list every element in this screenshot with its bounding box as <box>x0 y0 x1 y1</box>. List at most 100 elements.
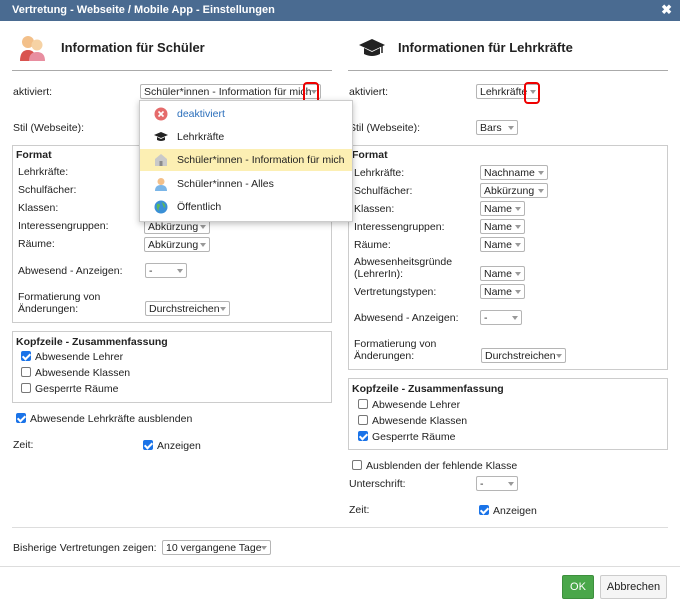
graduation-cap-icon <box>359 36 385 60</box>
teachers-section-title: Informationen für Lehrkräfte <box>398 40 573 55</box>
checkbox-label: Abwesende Lehrer <box>372 399 461 411</box>
left-absent-select[interactable]: - <box>145 263 187 278</box>
school-house-icon <box>154 153 168 167</box>
select-value: Abkürzung <box>484 185 535 197</box>
dropdown-item-students-info[interactable]: Schüler*innen - Information für mich <box>140 149 352 171</box>
divider <box>12 527 668 528</box>
close-icon[interactable]: ✖ <box>661 2 672 18</box>
right-absent-select[interactable]: - <box>480 310 522 325</box>
select-value: Durchstreichen <box>485 350 556 362</box>
dropdown-item-public[interactable]: Öffentlich <box>140 196 352 218</box>
hide-missing-class-checkbox[interactable] <box>352 460 362 470</box>
left-format-label: Interessengruppen: <box>18 220 109 232</box>
right-teachers-select[interactable]: Nachname <box>480 165 548 180</box>
right-time-label: Zeit: <box>349 504 370 516</box>
right-subjects-select[interactable]: Abkürzung <box>480 183 548 198</box>
students-section-title: Information für Schüler <box>61 40 205 55</box>
left-time-label: Zeit: <box>13 439 34 451</box>
checkbox-label: Abwesende Klassen <box>372 415 468 427</box>
checkbox-label: Anzeigen <box>157 440 201 452</box>
left-activated-select[interactable]: Schüler*innen - Information für mich <box>140 84 321 99</box>
absent-teachers-checkbox[interactable] <box>358 399 368 409</box>
right-format-label: Räume: <box>354 239 391 251</box>
select-value: Name <box>484 268 513 280</box>
left-format-title: Format <box>16 149 52 161</box>
select-value: Bars <box>480 122 502 134</box>
divider <box>12 70 332 71</box>
graduation-cap-icon <box>154 130 168 144</box>
select-value: Abkürzung <box>148 239 199 251</box>
left-changes-select[interactable]: Durchstreichen <box>145 301 230 316</box>
dropdown-item-teachers[interactable]: Lehrkräfte <box>140 126 352 148</box>
right-time-show-checkbox[interactable] <box>479 505 489 515</box>
right-absence-reasons-select[interactable]: Name <box>480 266 525 281</box>
right-activated-value: Lehrkräfte <box>480 86 528 98</box>
left-time-show-checkbox[interactable] <box>143 440 153 450</box>
window-titlebar: Vertretung - Webseite / Mobile App - Ein… <box>0 0 680 21</box>
dropdown-item-students-all[interactable]: Schüler*innen - Alles <box>140 173 352 195</box>
right-absent-label: Abwesend - Anzeigen: <box>354 312 459 324</box>
left-rooms-select[interactable]: Abkürzung <box>144 237 210 252</box>
left-format-label: Lehrkräfte: <box>18 166 69 178</box>
left-format-label: Schulfächer: <box>18 184 77 196</box>
right-substitution-types-select[interactable]: Name <box>480 284 525 299</box>
left-changes-label: Formatierung von Änderungen: <box>18 291 101 315</box>
checkbox-label: Abwesende Lehrer <box>35 351 124 363</box>
signature-select[interactable]: - <box>476 476 518 491</box>
left-style-label: Stil (Webseite): <box>13 122 84 134</box>
right-changes-select[interactable]: Durchstreichen <box>481 348 566 363</box>
absent-classes-checkbox[interactable] <box>21 367 31 377</box>
ok-button[interactable]: OK <box>562 575 594 599</box>
left-absent-label: Abwesend - Anzeigen: <box>18 265 123 277</box>
checkbox-label: Gesperrte Räume <box>372 431 456 443</box>
right-format-label: Vertretungstypen: <box>354 286 437 298</box>
right-classes-select[interactable]: Name <box>480 201 525 216</box>
divider <box>348 70 668 71</box>
select-value: - <box>149 265 153 277</box>
cancel-button[interactable]: Abbrechen <box>600 575 667 599</box>
deactivated-icon <box>154 107 168 121</box>
select-value: Nachname <box>484 167 535 179</box>
student-icon <box>154 177 168 191</box>
dropdown-item-deactivated[interactable]: deaktiviert <box>140 103 352 125</box>
hide-absent-teachers-checkbox[interactable] <box>16 413 26 423</box>
left-summary-title: Kopfzeile - Zusammenfassung <box>16 336 168 348</box>
previous-substitutions-select[interactable]: 10 vergangene Tage <box>162 540 271 555</box>
checkbox-label: Abwesende Klassen <box>35 367 131 379</box>
right-style-select[interactable]: Bars <box>476 120 518 135</box>
left-activated-label: aktiviert: <box>13 86 53 98</box>
checkbox-label: Ausblenden der fehlende Klasse <box>366 460 518 472</box>
checkbox-label: Gesperrte Räume <box>35 383 119 395</box>
signature-label: Unterschrift: <box>349 478 406 490</box>
right-format-label: Interessengruppen: <box>354 221 445 233</box>
right-changes-label: Formatierung von Änderungen: <box>354 338 437 362</box>
select-value: - <box>480 478 484 490</box>
right-activated-label: aktiviert: <box>349 86 389 98</box>
select-value: Name <box>484 286 513 298</box>
left-activated-value: Schüler*innen - Information für mich <box>144 86 312 98</box>
activated-dropdown-menu: deaktiviert Lehrkräfte Schüler*innen - I… <box>139 100 353 222</box>
globe-icon <box>154 200 168 214</box>
select-value: Name <box>484 203 513 215</box>
select-value: Durchstreichen <box>149 303 220 315</box>
right-format-label: Abwesenheitsgründe (LehrerIn): <box>354 256 453 280</box>
students-header-icon <box>17 34 47 62</box>
absent-teachers-checkbox[interactable] <box>21 351 31 361</box>
window-title: Vertretung - Webseite / Mobile App - Ein… <box>12 4 275 16</box>
right-interest-groups-select[interactable]: Name <box>480 219 525 234</box>
right-format-label: Lehrkräfte: <box>354 167 405 179</box>
select-value: - <box>484 312 488 324</box>
dropdown-item-label: Lehrkräfte <box>177 131 225 143</box>
footer-divider <box>0 566 680 567</box>
select-value: Abkürzung <box>148 221 199 233</box>
checkbox-label: Abwesende Lehrkräfte ausblenden <box>30 413 193 425</box>
blocked-rooms-checkbox[interactable] <box>21 383 31 393</box>
absent-classes-checkbox[interactable] <box>358 415 368 425</box>
dropdown-item-label: deaktiviert <box>177 108 225 120</box>
checkbox-label: Anzeigen <box>493 505 537 517</box>
blocked-rooms-checkbox[interactable] <box>358 431 368 441</box>
select-value: Name <box>484 221 513 233</box>
select-value: 10 vergangene Tage <box>166 542 262 554</box>
right-style-label: Stil (Webseite): <box>349 122 420 134</box>
right-rooms-select[interactable]: Name <box>480 237 525 252</box>
